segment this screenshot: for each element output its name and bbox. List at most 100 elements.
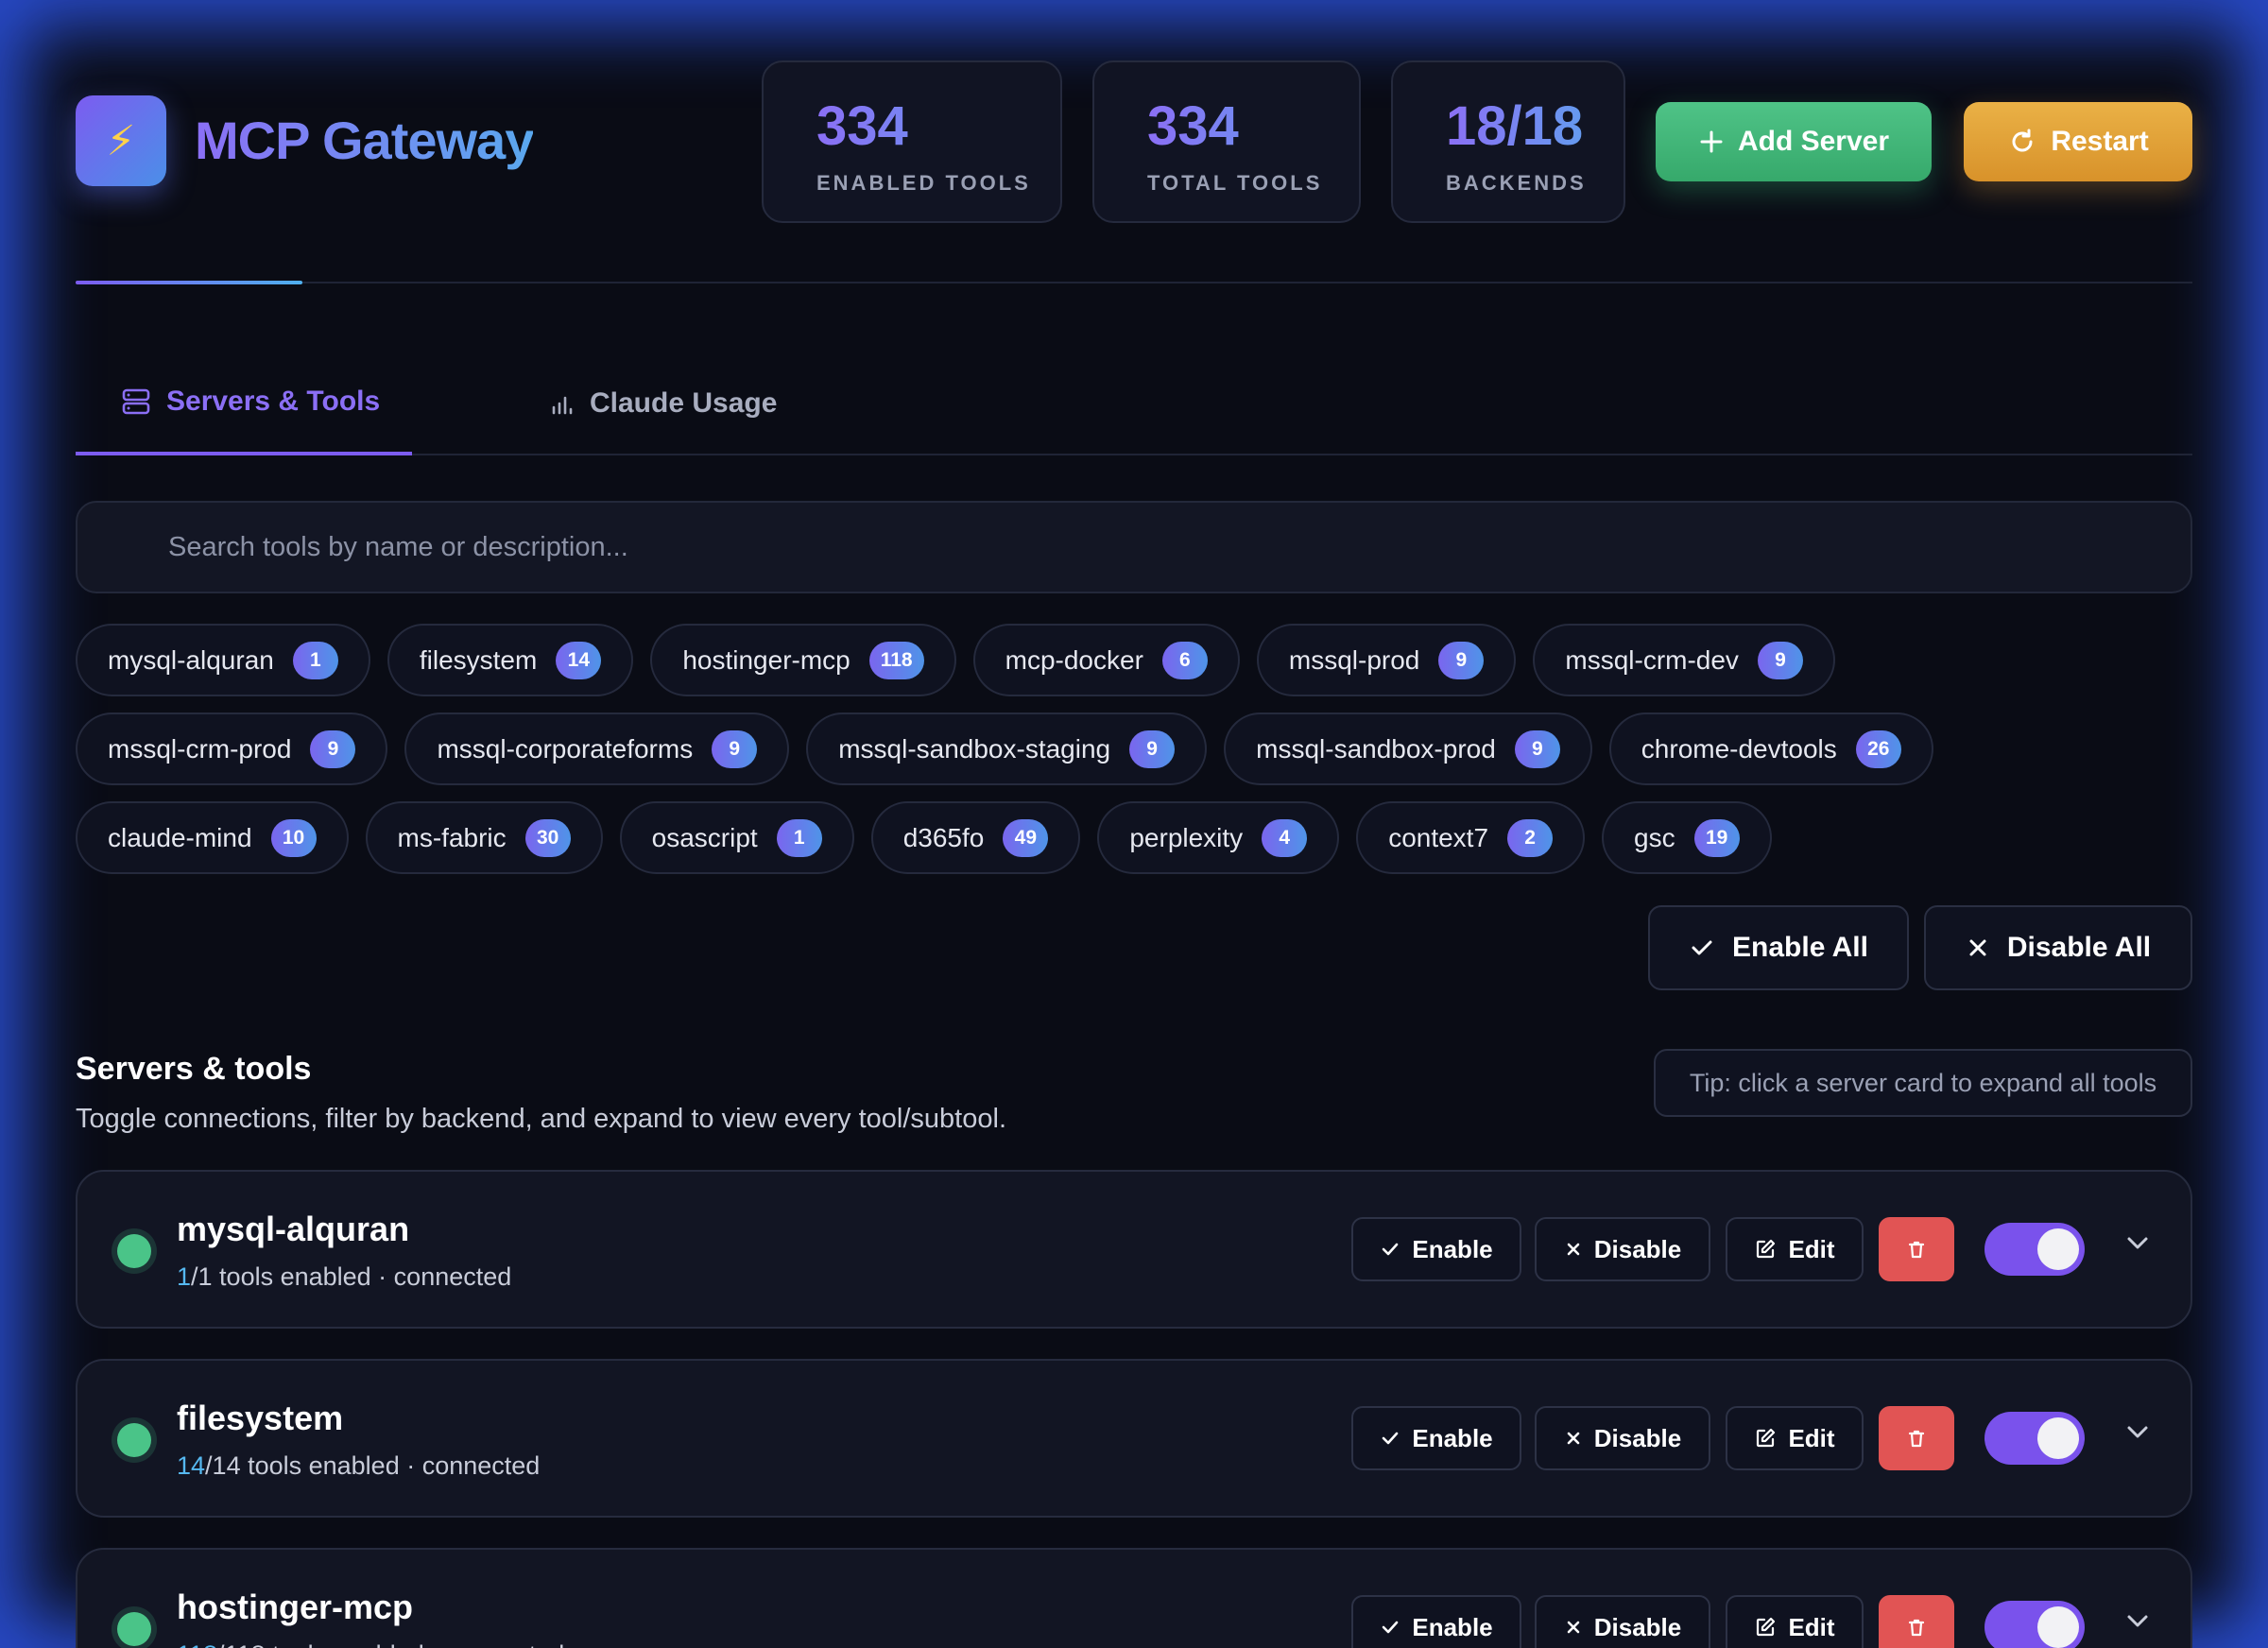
filter-chip[interactable]: chrome-devtools 26 <box>1608 712 1933 785</box>
tab-bar: Servers & Tools Claude Usage <box>76 352 2192 455</box>
filter-chip-label: mcp-docker <box>1005 644 1143 675</box>
tools-status-text: /118 tools enabled · connected <box>217 1640 564 1648</box>
progress-fill <box>76 281 302 284</box>
chevron-down-icon[interactable] <box>2119 1414 2156 1451</box>
count-badge: 49 <box>1003 818 1049 857</box>
filter-chip-label: mssql-corporateforms <box>437 733 694 764</box>
filter-chip[interactable]: mssql-corporateforms 9 <box>404 712 790 785</box>
server-enable-button[interactable]: Enable <box>1351 1406 1521 1470</box>
filter-chip[interactable]: mssql-crm-prod 9 <box>76 712 388 785</box>
server-card[interactable]: mysql-alquran 1/1 tools enabled · connect… <box>76 1170 2192 1329</box>
close-icon <box>1567 1432 1580 1445</box>
server-enable-button[interactable]: Enable <box>1351 1217 1521 1281</box>
search-input[interactable] <box>76 501 2192 593</box>
disable-label: Disable <box>1593 1612 1682 1641</box>
chevron-down-icon[interactable] <box>2119 1225 2156 1262</box>
filter-chip-label: perplexity <box>1129 822 1244 852</box>
filter-chip-label: hostinger-mcp <box>682 644 850 675</box>
status-dot <box>117 1612 151 1646</box>
trash-icon <box>1908 1430 1925 1448</box>
server-disable-button[interactable]: Disable <box>1535 1217 1710 1281</box>
filter-chip[interactable]: perplexity 4 <box>1097 801 1340 874</box>
close-icon <box>1567 1243 1580 1256</box>
server-disable-button[interactable]: Disable <box>1535 1595 1710 1648</box>
filter-chip[interactable]: mssql-sandbox-staging 9 <box>806 712 1208 785</box>
server-card[interactable]: hostinger-mcp 118/118 tools enabled · con… <box>76 1548 2192 1648</box>
server-edit-button[interactable]: Edit <box>1726 1406 1864 1470</box>
enabled-count: 118 <box>177 1640 217 1648</box>
stat-label: TOTAL TOOLS <box>1147 171 1323 195</box>
filter-chip-label: filesystem <box>419 644 538 675</box>
filter-chip-label: osascript <box>651 822 758 852</box>
filter-chip[interactable]: osascript 1 <box>619 801 854 874</box>
toggle-knob <box>2037 1606 2079 1648</box>
filter-chip[interactable]: claude-mind 10 <box>76 801 349 874</box>
count-badge: 118 <box>868 641 924 679</box>
disable-all-button[interactable]: Disable All <box>1924 905 2192 990</box>
count-badge: 30 <box>524 818 571 857</box>
count-badge: 6 <box>1161 641 1208 679</box>
restart-button[interactable]: Restart <box>1964 102 2192 181</box>
server-edit-button[interactable]: Edit <box>1726 1595 1864 1648</box>
server-edit-button[interactable]: Edit <box>1726 1217 1864 1281</box>
server-toggle[interactable] <box>1984 1601 2085 1648</box>
main-container: ⚡ MCP Gateway 334 ENABLED TOOLS 334 TOTA… <box>76 0 2192 1648</box>
filter-chip[interactable]: mssql-sandbox-prod 9 <box>1224 712 1592 785</box>
add-server-button[interactable]: Add Server <box>1656 102 1932 181</box>
check-icon <box>1692 940 1712 955</box>
server-delete-button[interactable] <box>1879 1595 1954 1648</box>
filter-chip[interactable]: mysql-alquran 1 <box>76 624 370 696</box>
server-card[interactable]: filesystem 14/14 tools enabled · connecte… <box>76 1359 2192 1518</box>
server-icon <box>122 388 150 415</box>
server-tools-status: 118/118 tools enabled · connected <box>177 1640 564 1648</box>
progress-bar <box>76 281 2192 284</box>
filter-chip-label: chrome-devtools <box>1641 733 1837 764</box>
enabled-count: 14 <box>177 1451 206 1480</box>
section-title: Servers & tools <box>76 1051 312 1087</box>
filter-chip[interactable]: mssql-crm-dev 9 <box>1533 624 1835 696</box>
filter-chip-label: mssql-sandbox-staging <box>838 733 1111 764</box>
server-disable-button[interactable]: Disable <box>1535 1406 1710 1470</box>
server-toggle[interactable] <box>1984 1223 2085 1276</box>
edit-label: Edit <box>1788 1423 1835 1452</box>
server-delete-button[interactable] <box>1879 1406 1954 1470</box>
tab-claude-usage[interactable]: Claude Usage <box>548 352 777 455</box>
filter-chip[interactable]: filesystem 14 <box>387 624 634 696</box>
filter-chip[interactable]: ms-fabric 30 <box>365 801 603 874</box>
toggle-knob <box>2037 1417 2079 1459</box>
count-badge: 9 <box>712 730 758 768</box>
stat-total-tools: 334 TOTAL TOOLS <box>1092 60 1361 223</box>
count-badge: 1 <box>292 641 338 679</box>
trash-icon <box>1908 1619 1925 1637</box>
edit-label: Edit <box>1788 1612 1835 1641</box>
filter-chip[interactable]: hostinger-mcp 118 <box>650 624 956 696</box>
stat-label: BACKENDS <box>1446 171 1587 195</box>
enable-all-button[interactable]: Enable All <box>1648 905 1909 990</box>
filter-chip[interactable]: mssql-prod 9 <box>1256 624 1517 696</box>
stat-value: 18/18 <box>1446 94 1624 158</box>
count-badge: 26 <box>1855 730 1901 768</box>
count-badge: 9 <box>1438 641 1485 679</box>
filter-chip[interactable]: d365fo 49 <box>870 801 1081 874</box>
filter-chip[interactable]: context7 2 <box>1356 801 1586 874</box>
stat-enabled-tools: 334 ENABLED TOOLS <box>762 60 1062 223</box>
stat-backends: 18/18 BACKENDS <box>1391 60 1625 223</box>
stat-label: ENABLED TOOLS <box>816 171 1031 195</box>
server-toggle[interactable] <box>1984 1412 2085 1465</box>
filter-chip-label: ms-fabric <box>397 822 507 852</box>
stat-value: 334 <box>816 94 1060 158</box>
disable-label: Disable <box>1593 1423 1682 1452</box>
status-dot <box>117 1423 151 1457</box>
tab-servers-tools[interactable]: Servers & Tools <box>76 352 412 455</box>
refresh-icon <box>2012 129 2033 152</box>
count-badge: 14 <box>556 641 602 679</box>
chevron-down-icon[interactable] <box>2119 1603 2156 1640</box>
server-delete-button[interactable] <box>1879 1217 1954 1281</box>
server-enable-button[interactable]: Enable <box>1351 1595 1521 1648</box>
filter-chip[interactable]: gsc 19 <box>1602 801 1772 874</box>
enable-label: Enable <box>1412 1423 1493 1452</box>
count-badge: 1 <box>776 818 822 857</box>
disable-label: Disable <box>1593 1234 1682 1263</box>
chip-row: mssql-crm-prod 9 mssql-corporateforms 9 mssq… <box>76 712 2192 785</box>
filter-chip[interactable]: mcp-docker 6 <box>972 624 1240 696</box>
